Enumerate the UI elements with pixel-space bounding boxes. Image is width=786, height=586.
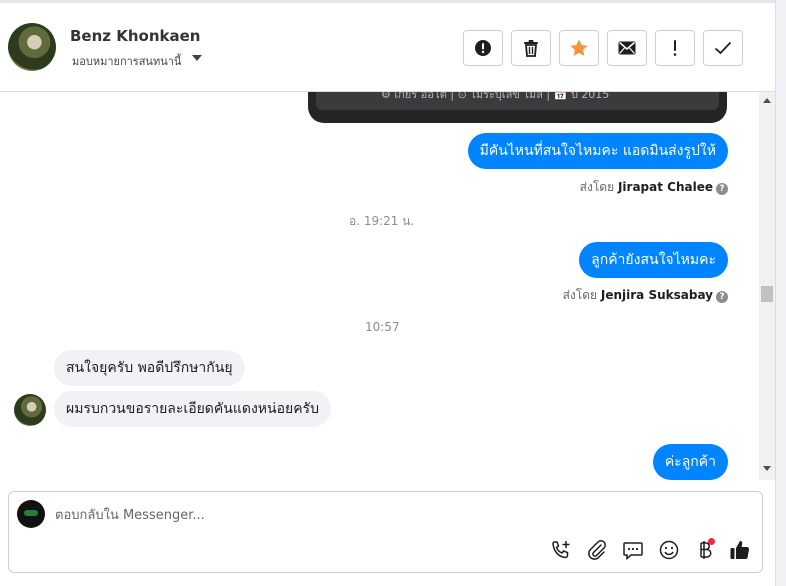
mark-done-button[interactable]: [703, 30, 743, 66]
reply-input[interactable]: [55, 504, 735, 526]
star-icon: [570, 39, 588, 56]
vehicle-card-details: ⚙ เกียร์ ออโต้ | ⊙ ไม่ระบุเลข ไมล์ | 📅 ป…: [316, 92, 719, 110]
scroll-down-arrow-icon[interactable]: [763, 466, 771, 471]
delete-button[interactable]: [511, 30, 551, 66]
envelope-icon: [618, 41, 636, 55]
emoji-button[interactable]: [657, 538, 681, 562]
timestamp: 10:57: [365, 320, 400, 334]
payment-button[interactable]: [693, 538, 717, 562]
follow-up-button[interactable]: [655, 30, 695, 66]
sender-name: Jenjira Suksabay: [600, 288, 713, 302]
sender-name: Jirapat Chalee: [617, 180, 713, 194]
help-icon[interactable]: ?: [716, 291, 728, 303]
vehicle-card-specs: ⚙ เกียร์ ออโต้ | ⊙ ไม่ระบุเลข ไมล์ | 📅 ป…: [381, 92, 610, 101]
side-panel-edge: [775, 0, 786, 586]
message-bubble-incoming[interactable]: ผมรบกวนขอรายละเอียดคันแดงหน่อยครับ: [54, 391, 331, 427]
message-bubble-outgoing[interactable]: ค่ะลูกค้า: [652, 444, 728, 480]
contact-name[interactable]: Benz Khonkaen: [70, 27, 200, 45]
check-icon: [714, 41, 732, 55]
contact-avatar[interactable]: [8, 23, 56, 71]
conversation-header: Benz Khonkaen มอบหมายการสนทนานี้: [0, 0, 775, 92]
scroll-up-arrow-icon[interactable]: [763, 98, 771, 103]
attach-file-button[interactable]: [585, 538, 609, 562]
contact-avatar-small: [14, 394, 46, 426]
trash-icon: [524, 40, 538, 57]
message-bubble-incoming[interactable]: สนใจยุครับ พอดีปรึกษากันยุ: [54, 350, 245, 386]
chevron-down-icon[interactable]: [192, 55, 202, 61]
vehicle-card[interactable]: ⚙ เกียร์ ออโต้ | ⊙ ไม่ระบุเลข ไมล์ | 📅 ป…: [308, 92, 727, 123]
like-icon: [730, 541, 750, 560]
saved-replies-icon: [623, 542, 643, 561]
like-button[interactable]: [728, 538, 752, 562]
messenger-inbox-window: Benz Khonkaen มอบหมายการสนทนานี้ ⚙ เกียร…: [0, 0, 786, 586]
exclamation-icon: [673, 40, 677, 56]
saved-replies-button[interactable]: [621, 538, 645, 562]
sent-by-prefix: ส่งโดย: [562, 288, 598, 302]
paperclip-icon: [588, 540, 606, 560]
add-call-icon: [552, 541, 570, 559]
report-spam-button[interactable]: [463, 30, 503, 66]
emoji-icon: [659, 540, 679, 560]
page-avatar: [17, 500, 45, 528]
message-thread: ⚙ เกียร์ ออโต้ | ⊙ ไม่ระบุเลข ไมล์ | 📅 ป…: [0, 92, 759, 480]
sent-by-prefix: ส่งโดย: [579, 180, 615, 194]
message-bubble-outgoing[interactable]: ลูกค้ายังสนใจไหมคะ: [579, 242, 728, 278]
sent-by-label: ส่งโดย Jirapat Chalee?: [580, 178, 728, 197]
assign-conversation-label[interactable]: มอบหมายการสนทนานี้: [72, 52, 181, 70]
message-bubble-outgoing[interactable]: มีคันไหนที่สนใจไหมคะ แอดมินส่งรูปให้: [467, 133, 728, 169]
timestamp: อ. 19:21 น.: [349, 214, 415, 228]
thread-scrollbar[interactable]: [759, 92, 775, 480]
notification-dot: [708, 538, 715, 545]
scrollbar-thumb[interactable]: [761, 286, 773, 302]
help-icon[interactable]: ?: [716, 183, 728, 195]
sent-by-label: ส่งโดย Jenjira Suksabay?: [563, 286, 728, 305]
star-button[interactable]: [559, 30, 599, 66]
mark-unread-button[interactable]: [607, 30, 647, 66]
alert-circle-icon: [475, 40, 491, 56]
reply-composer: [8, 491, 763, 573]
add-call-button[interactable]: [549, 538, 573, 562]
